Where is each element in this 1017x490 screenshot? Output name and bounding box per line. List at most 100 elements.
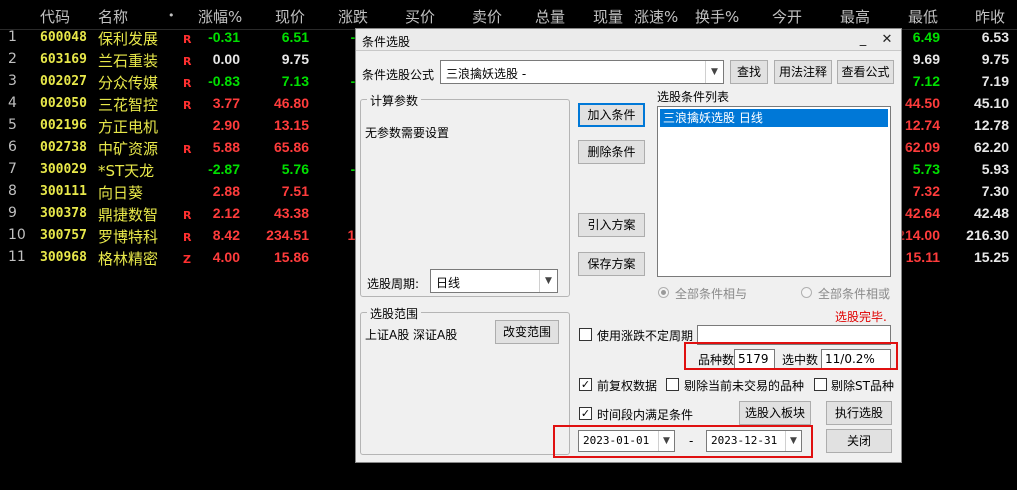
dialog-title: 条件选股 (362, 35, 411, 49)
stock-name: 中矿资源 (98, 140, 159, 158)
stock-code: 600048 (40, 30, 87, 45)
low-price: 62.09 (904, 139, 940, 155)
pct-change: 4.00 (212, 249, 240, 265)
to-block-button[interactable]: 选股入板块 (739, 401, 811, 425)
low-price: 7.12 (912, 73, 940, 89)
params-group-label: 计算参数 (367, 92, 422, 109)
current-price: 7.51 (281, 183, 309, 199)
current-price: 234.51 (266, 227, 309, 243)
change-scope-button[interactable]: 改变范围 (495, 320, 559, 344)
formula-label: 条件选股公式 (362, 68, 435, 82)
exclude-st-label: 剔除ST品种 (831, 379, 894, 393)
use-period-label: 使用涨跌不定周期 (597, 329, 694, 343)
stock-code: 300968 (40, 250, 87, 265)
radio-all-or[interactable] (801, 287, 812, 298)
adjust-label: 前复权数据 (597, 379, 658, 393)
condition-list[interactable]: 三浪擒妖选股 日线 (657, 106, 891, 277)
current-price: 9.75 (281, 51, 309, 67)
use-period-checkbox[interactable] (579, 328, 592, 341)
margin-flag: R (183, 209, 192, 222)
col-bid[interactable]: 买价 (405, 6, 435, 27)
col-dot: • (168, 9, 175, 22)
row-index: 7 (8, 161, 17, 177)
stock-code: 002196 (40, 118, 87, 133)
stock-name: 格林精密 (98, 250, 159, 268)
save-scheme-button[interactable]: 保存方案 (578, 252, 645, 276)
col-prev-close[interactable]: 昨收 (975, 6, 1005, 27)
formula-select[interactable]: 三浪擒妖选股 - ▼ (440, 60, 724, 84)
current-price: 6.51 (281, 29, 309, 45)
low-price: 15.11 (905, 249, 940, 265)
adjust-checkbox[interactable]: ✓ (579, 378, 592, 391)
close-icon[interactable]: ✕ (877, 31, 897, 49)
run-screen-button[interactable]: 执行选股 (826, 401, 892, 425)
margin-flag: R (183, 143, 192, 156)
chevron-down-icon[interactable]: ▼ (539, 270, 557, 292)
current-price: 46.80 (273, 95, 309, 111)
radio-all-and[interactable] (658, 287, 669, 298)
col-pct[interactable]: 涨幅% (198, 6, 242, 27)
col-cur-vol[interactable]: 现量 (593, 6, 623, 27)
stock-name: 分众传媒 (98, 74, 159, 92)
import-scheme-button[interactable]: 引入方案 (578, 213, 645, 237)
radio-all-or-label: 全部条件相或 (818, 287, 891, 301)
col-high[interactable]: 最高 (840, 6, 870, 27)
add-condition-button[interactable]: 加入条件 (578, 103, 645, 127)
period-select[interactable]: 日线 ▼ (430, 269, 558, 293)
margin-flag: R (183, 231, 192, 244)
params-group: 计算参数 无参数需要设置 选股周期: 日线 ▼ (360, 92, 570, 297)
row-index: 3 (8, 73, 17, 89)
row-index: 5 (8, 117, 17, 133)
close-button[interactable]: 关闭 (826, 429, 892, 453)
stock-name: 罗博特科 (98, 228, 159, 246)
current-price: 13.15 (273, 117, 309, 133)
prev-close: 7.30 (981, 183, 1009, 199)
exclude-suspended-checkbox[interactable] (666, 378, 679, 391)
margin-flag: R (183, 77, 192, 90)
col-name[interactable]: 名称 (98, 6, 128, 27)
row-index: 8 (8, 183, 17, 199)
col-speed[interactable]: 涨速% (634, 6, 678, 27)
col-ask[interactable]: 卖价 (472, 6, 502, 27)
table-header: 代码 名称 • 涨幅% 现价 涨跌 买价 卖价 总量 现量 涨速% 换手% 今开… (0, 0, 1017, 30)
low-price: 214.00 (897, 227, 940, 243)
stock-code: 002027 (40, 74, 87, 89)
delete-condition-button[interactable]: 删除条件 (578, 140, 645, 164)
pct-change: 3.77 (212, 95, 240, 111)
timespan-checkbox[interactable]: ✓ (579, 407, 592, 420)
exclude-st-checkbox[interactable] (814, 378, 827, 391)
stock-screener-dialog: 条件选股 _ ✕ 条件选股公式 三浪擒妖选股 - ▼ 查找 用法注释 查看公式 … (355, 28, 902, 463)
highlight-box-counts (684, 342, 898, 370)
col-code[interactable]: 代码 (40, 6, 70, 27)
col-open[interactable]: 今开 (772, 6, 802, 27)
row-index: 1 (8, 29, 17, 45)
pct-change: -0.31 (208, 29, 240, 45)
stock-name: 兰石重装 (98, 52, 159, 70)
low-price: 6.49 (912, 29, 940, 45)
usage-notes-button[interactable]: 用法注释 (774, 60, 832, 84)
dialog-titlebar[interactable]: 条件选股 _ ✕ (356, 29, 901, 51)
chevron-down-icon[interactable]: ▼ (705, 61, 723, 83)
prev-close: 12.78 (973, 117, 1009, 133)
row-index: 9 (8, 205, 17, 221)
status-text: 选股完毕. (835, 310, 887, 324)
prev-close: 15.25 (973, 249, 1009, 265)
view-formula-button[interactable]: 查看公式 (837, 60, 894, 84)
col-low[interactable]: 最低 (908, 6, 938, 27)
pct-change: 8.42 (212, 227, 240, 243)
minimize-icon[interactable]: _ (853, 31, 873, 49)
condition-list-item[interactable]: 三浪擒妖选股 日线 (660, 109, 888, 127)
params-text: 无参数需要设置 (365, 126, 450, 140)
stock-code: 300029 (40, 162, 87, 177)
col-turnover[interactable]: 换手% (695, 6, 739, 27)
col-volume[interactable]: 总量 (535, 6, 565, 27)
col-price[interactable]: 现价 (275, 6, 305, 27)
col-change[interactable]: 涨跌 (338, 6, 368, 27)
prev-close: 5.93 (981, 161, 1009, 177)
find-button[interactable]: 查找 (730, 60, 768, 84)
row-index: 4 (8, 95, 17, 111)
pct-change: 2.88 (212, 183, 240, 199)
stock-code: 300757 (40, 228, 87, 243)
stock-code: 002738 (40, 140, 87, 155)
pct-change: -0.83 (208, 73, 240, 89)
